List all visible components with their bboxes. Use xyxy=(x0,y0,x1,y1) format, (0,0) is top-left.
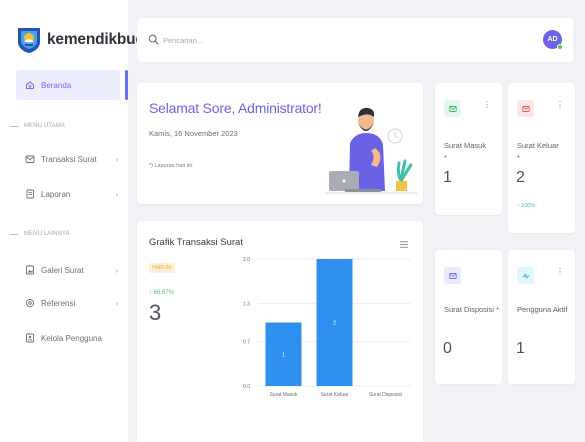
sidebar-item-label: Laporan xyxy=(41,189,71,199)
chart-delta: ↑ 66.67% xyxy=(149,290,175,296)
stat-title: Surat Disposisi * xyxy=(444,305,500,314)
search-input[interactable] xyxy=(163,32,363,48)
sidebar-item-beranda[interactable]: Beranda xyxy=(16,70,120,100)
bar-chart: 0.0 0.7 1.3 2.0 1 Surat Masuk 2 Surat Keluar Sur… xyxy=(243,257,411,398)
sidebar-item-galeri-surat[interactable]: Galeri Surat › xyxy=(25,265,120,275)
avatar[interactable]: AD xyxy=(543,30,563,50)
section-title: MENU LAINNYA xyxy=(24,231,70,237)
stat-value: 0 xyxy=(443,340,452,357)
welcome-card: Selamat Sore, Administrator! Kamis, 16 N… xyxy=(137,83,423,204)
menu-icon[interactable] xyxy=(400,241,408,248)
stat-title: Pengguna Aktif xyxy=(517,305,568,314)
x-tick-label: Surat Disposisi xyxy=(369,392,402,398)
y-tick-label: 1.3 xyxy=(243,301,250,307)
bar-data-label: 2 xyxy=(333,321,336,327)
stat-card-surat-disposisi[interactable]: Surat Disposisi * 0 xyxy=(435,250,502,384)
sidebar-item-transaksi-surat[interactable]: Transaksi Surat › xyxy=(25,154,120,164)
image-icon xyxy=(25,265,35,275)
online-status-dot xyxy=(557,44,563,50)
mail-icon xyxy=(25,154,35,164)
chart-card: Grafik Transaksi Surat HARI INI ↑ 66.67%… xyxy=(137,221,423,442)
inbox-icon xyxy=(444,100,461,117)
avatar-initials: AD xyxy=(547,36,558,43)
sidebar-item-label: Galeri Surat xyxy=(41,265,84,275)
chart-title: Grafik Transaksi Surat xyxy=(149,237,243,248)
y-tick-label: 0.0 xyxy=(243,384,250,390)
active-indicator xyxy=(125,70,128,100)
stat-card-surat-keluar[interactable]: ⋮ Surat Keluar * 2 ↑ 100% xyxy=(508,83,575,233)
home-icon xyxy=(25,80,35,90)
sidebar-item-kelola-pengguna[interactable]: Kelola Pengguna xyxy=(25,333,120,343)
sidebar-item-label: Transaksi Surat xyxy=(41,154,97,164)
section-title: MENU UTAMA xyxy=(24,123,65,129)
stat-card-pengguna-aktif[interactable]: ⋮ Pengguna Aktif 1 xyxy=(508,250,575,384)
stat-value: 1 xyxy=(516,340,525,357)
y-tick-label: 0.7 xyxy=(243,340,250,346)
sidebar-item-label: Beranda xyxy=(41,80,72,90)
welcome-title: Selamat Sore, Administrator! xyxy=(149,100,322,116)
user-manage-icon xyxy=(25,333,35,343)
sidebar-item-label: Kelola Pengguna xyxy=(41,333,102,343)
period-badge: HARI INI xyxy=(149,263,175,273)
chevron-right-icon: › xyxy=(115,265,118,275)
welcome-date: Kamis, 16 November 2023 xyxy=(149,129,238,138)
sidebar-item-referensi[interactable]: Referensi › xyxy=(25,298,120,308)
stat-title: Surat Masuk * xyxy=(444,141,487,162)
y-tick-label: 2.0 xyxy=(243,257,250,263)
brand[interactable]: kemendikbud xyxy=(16,26,145,54)
more-options-icon[interactable]: ⋮ xyxy=(556,101,564,109)
x-tick-label: Surat Keluar xyxy=(321,392,349,398)
section-menu-utama: MENU UTAMA xyxy=(10,123,65,129)
man-with-laptop-illustration xyxy=(325,107,417,194)
kemendikbud-logo xyxy=(18,28,40,53)
sidebar-item-label: Referensi xyxy=(41,298,76,308)
welcome-note: *) Laporan hari ini xyxy=(149,163,193,169)
settings-icon xyxy=(25,298,35,308)
bar-data-label: 1 xyxy=(282,352,285,358)
x-tick-label: Surat Masuk xyxy=(269,392,298,398)
sidebar: kemendikbud Beranda MENU UTAMA Transaksi… xyxy=(0,0,145,442)
section-menu-lainnya: MENU LAINNYA xyxy=(10,231,70,237)
stat-value: 1 xyxy=(443,169,452,186)
sidebar-item-laporan[interactable]: Laporan › xyxy=(25,189,120,199)
activity-icon xyxy=(517,267,534,284)
stat-title: Surat Keluar * xyxy=(517,141,559,162)
more-options-icon[interactable]: ⋮ xyxy=(483,101,491,109)
document-icon xyxy=(25,189,35,199)
brand-name: kemendikbud xyxy=(47,31,145,48)
top-bar: AD xyxy=(137,18,573,62)
chevron-right-icon: › xyxy=(115,189,118,199)
outbox-icon xyxy=(517,100,534,117)
search-icon[interactable] xyxy=(148,34,159,45)
stat-card-surat-masuk[interactable]: ⋮ Surat Masuk * 1 xyxy=(435,83,502,215)
stat-value: 2 xyxy=(516,169,525,186)
disposition-icon xyxy=(444,267,461,284)
chevron-right-icon: › xyxy=(115,298,118,308)
more-options-icon[interactable]: ⋮ xyxy=(556,268,564,276)
chevron-right-icon: › xyxy=(115,154,118,164)
stat-delta: ↑ 100% xyxy=(517,203,536,209)
chart-total: 3 xyxy=(149,300,162,325)
